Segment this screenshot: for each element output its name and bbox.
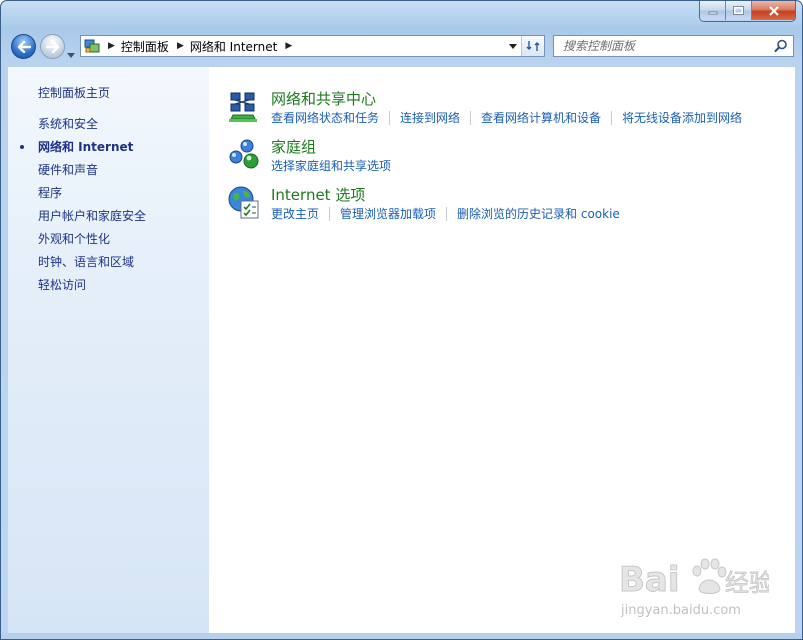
sidebar-item-label: 轻松访问: [38, 278, 87, 292]
arrow-right-icon: [45, 40, 59, 53]
sidebar-item-label: 用户帐户和家庭安全: [38, 209, 147, 223]
sidebar-item-label: 硬件和声音: [38, 163, 99, 177]
sidebar-item-label: 系统和安全: [38, 117, 99, 131]
link-view-network-status[interactable]: 查看网络状态和任务: [271, 111, 389, 125]
breadcrumb-separator[interactable]: ▶: [177, 41, 184, 51]
sidebar-item-label: 时钟、语言和区域: [38, 255, 135, 269]
category-title[interactable]: 网络和共享中心: [271, 88, 376, 109]
control-panel-window: ▶ 控制面板 ▶ 网络和 Internet ▶ 控制面板主页: [0, 0, 803, 640]
maximize-button[interactable]: [726, 1, 752, 20]
breadcrumb-control-panel[interactable]: 控制面板: [121, 38, 169, 55]
arrow-left-icon: [17, 40, 31, 53]
search-icon[interactable]: [774, 39, 788, 53]
sidebar-category-list: 系统和安全 网络和 Internet 硬件和声音 程序 用户帐户和家庭安全 外观…: [20, 117, 146, 301]
minimize-icon: [708, 11, 717, 14]
sidebar-item-hardware-sound[interactable]: 硬件和声音: [38, 163, 146, 186]
sidebar-item-programs[interactable]: 程序: [38, 186, 146, 209]
maximize-icon: [733, 6, 744, 15]
back-button[interactable]: [11, 34, 36, 59]
svg-text:经验: 经验: [725, 569, 769, 597]
sidebar-item-clock-language-region[interactable]: 时钟、语言和区域: [38, 255, 146, 278]
link-connect-to-network[interactable]: 连接到网络: [389, 111, 470, 125]
baidu-watermark: Bai 经验 jingyan.baidu.com: [619, 553, 769, 623]
homegroup-icon[interactable]: [227, 137, 263, 173]
sidebar-item-label: 程序: [38, 186, 63, 200]
chevron-down-icon: [67, 53, 75, 58]
link-change-homepage[interactable]: 更改主页: [271, 207, 329, 221]
link-homegroup-sharing-options[interactable]: 选择家庭组和共享选项: [271, 159, 401, 173]
window-bottom-border: [1, 633, 802, 639]
refresh-icon: [526, 41, 540, 51]
active-bullet-icon: [20, 145, 24, 149]
breadcrumb-separator[interactable]: ▶: [108, 41, 115, 51]
category-title[interactable]: 家庭组: [271, 136, 316, 157]
baidu-logo: Bai 经验: [619, 558, 769, 601]
internet-options-icon[interactable]: [227, 185, 263, 221]
close-button[interactable]: [752, 1, 795, 20]
forward-button[interactable]: [40, 34, 65, 59]
sidebar: 控制面板主页 系统和安全 网络和 Internet 硬件和声音 程序 用户帐户和…: [8, 67, 209, 633]
category-title[interactable]: Internet 选项: [271, 184, 365, 205]
search-input[interactable]: [561, 38, 775, 54]
category-links: 更改主页 管理浏览器加载项 删除浏览的历史记录和 cookie: [271, 207, 630, 221]
watermark-url: jingyan.baidu.com: [621, 603, 741, 618]
link-add-wireless-device[interactable]: 将无线设备添加到网络: [611, 111, 752, 125]
sidebar-item-ease-of-access[interactable]: 轻松访问: [38, 278, 146, 301]
address-history-dropdown[interactable]: [504, 36, 522, 56]
link-manage-addons[interactable]: 管理浏览器加载项: [329, 207, 446, 221]
navigation-bar: ▶ 控制面板 ▶ 网络和 Internet ▶: [1, 25, 802, 65]
sidebar-item-user-accounts[interactable]: 用户帐户和家庭安全: [38, 209, 146, 232]
network-sharing-center-icon[interactable]: [227, 89, 263, 125]
category-links: 查看网络状态和任务 连接到网络 查看网络计算机和设备 将无线设备添加到网络: [271, 111, 752, 125]
sidebar-item-label: 外观和个性化: [38, 232, 111, 246]
main-content: 网络和共享中心 查看网络状态和任务 连接到网络 查看网络计算机和设备 将无线设备…: [209, 67, 795, 633]
address-bar[interactable]: ▶ 控制面板 ▶ 网络和 Internet ▶: [80, 35, 545, 57]
refresh-button[interactable]: [521, 36, 544, 56]
window-caption-buttons: [699, 1, 796, 22]
sidebar-item-system-security[interactable]: 系统和安全: [38, 117, 146, 140]
minimize-button[interactable]: [700, 1, 726, 20]
chevron-down-icon: [509, 43, 517, 49]
sidebar-item-network-internet[interactable]: 网络和 Internet: [20, 140, 146, 163]
recent-pages-dropdown[interactable]: [67, 43, 75, 62]
close-icon: [768, 5, 779, 16]
category-links: 选择家庭组和共享选项: [271, 159, 401, 173]
link-view-network-computers[interactable]: 查看网络计算机和设备: [470, 111, 611, 125]
breadcrumb-separator[interactable]: ▶: [285, 41, 292, 51]
sidebar-item-label: 网络和 Internet: [38, 140, 134, 154]
sidebar-item-appearance[interactable]: 外观和个性化: [38, 232, 146, 255]
sidebar-control-panel-home[interactable]: 控制面板主页: [38, 84, 110, 101]
breadcrumb-network-internet[interactable]: 网络和 Internet: [190, 38, 277, 55]
control-panel-icon: [84, 39, 100, 53]
search-box[interactable]: [553, 35, 794, 57]
svg-text:Bai: Bai: [619, 560, 680, 600]
link-delete-browsing-history[interactable]: 删除浏览的历史记录和 cookie: [446, 207, 630, 221]
